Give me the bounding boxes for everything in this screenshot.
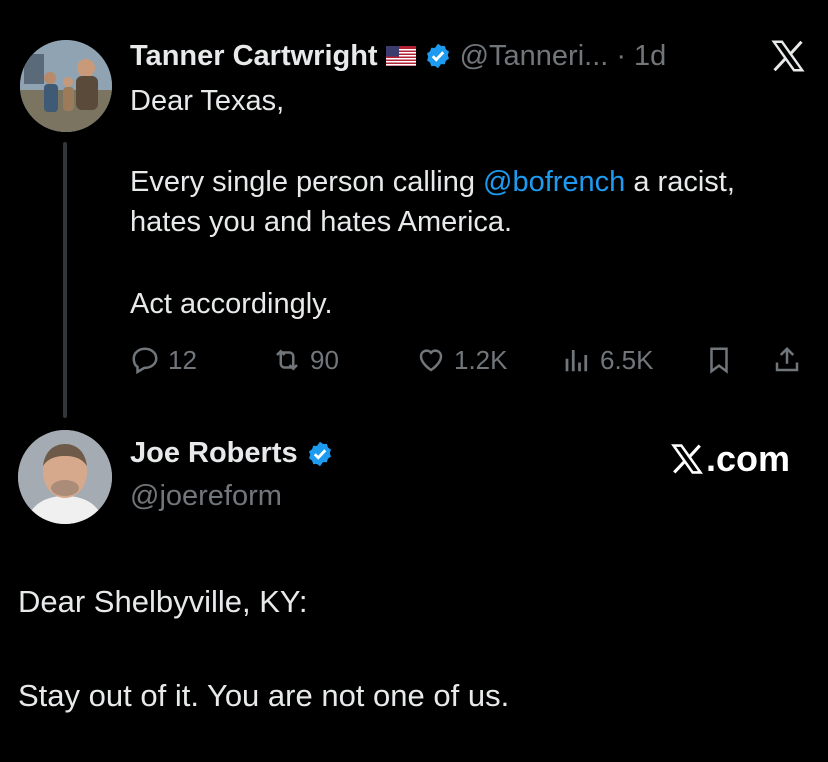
avatar[interactable] (18, 430, 112, 524)
views-icon (565, 350, 588, 372)
like-button[interactable]: 1.2K (416, 338, 508, 382)
tweet-line-2-pre: Every single person calling (130, 166, 484, 198)
verified-badge-icon (308, 441, 331, 466)
reply-button[interactable]: 12 (130, 338, 197, 382)
verified-badge-icon (426, 43, 449, 69)
like-count: 1.2K (454, 344, 508, 375)
tweet-line-2: Every single person calling @bofrench a … (130, 163, 735, 201)
reply-icon (132, 347, 158, 375)
tweet-line-2-post: a racist, (625, 166, 735, 198)
author-name[interactable]: Joe Roberts (130, 437, 298, 470)
card-line-1: Dear Shelbyville, KY: (18, 584, 308, 619)
x-com-label: .com (705, 438, 790, 479)
bookmark-icon (710, 347, 728, 374)
views-count: 6.5K (600, 344, 654, 375)
tweet-actions: 12 90 1.2K 6.5K (130, 338, 810, 382)
card-header: Joe Roberts (130, 437, 334, 470)
share-button[interactable] (772, 338, 802, 382)
author-handle[interactable]: @Tanneri... (460, 40, 609, 73)
author-name[interactable]: Tanner Cartwright (130, 40, 378, 73)
us-flag-icon (385, 46, 416, 66)
tweet-line-4: Act accordingly. (130, 288, 333, 320)
repost-button[interactable]: 90 (272, 338, 339, 382)
repost-icon (276, 349, 298, 371)
x-logo-icon[interactable] (770, 38, 806, 74)
tweet-line-1: Dear Texas, (130, 85, 285, 117)
timestamp[interactable]: · 1d (616, 40, 666, 73)
mention-link[interactable]: @bofrench (483, 166, 625, 198)
x-com-watermark: .com (670, 438, 790, 480)
card-line-2: Stay out of it. You are not one of us. (18, 678, 510, 713)
heart-icon (419, 349, 443, 372)
avatar[interactable] (20, 40, 112, 132)
x-logo-icon (671, 444, 703, 474)
author-handle[interactable]: @joereform (130, 480, 282, 513)
thread-line (63, 142, 67, 418)
bookmark-button[interactable] (704, 338, 734, 382)
reply-count: 12 (168, 344, 197, 375)
tweet-line-3: hates you and hates America. (130, 206, 513, 238)
tweet-header: Tanner Cartwright @Tanneri... · 1d (130, 38, 666, 74)
share-icon (775, 346, 799, 372)
views-button[interactable]: 6.5K (562, 338, 654, 382)
repost-count: 90 (310, 344, 339, 375)
